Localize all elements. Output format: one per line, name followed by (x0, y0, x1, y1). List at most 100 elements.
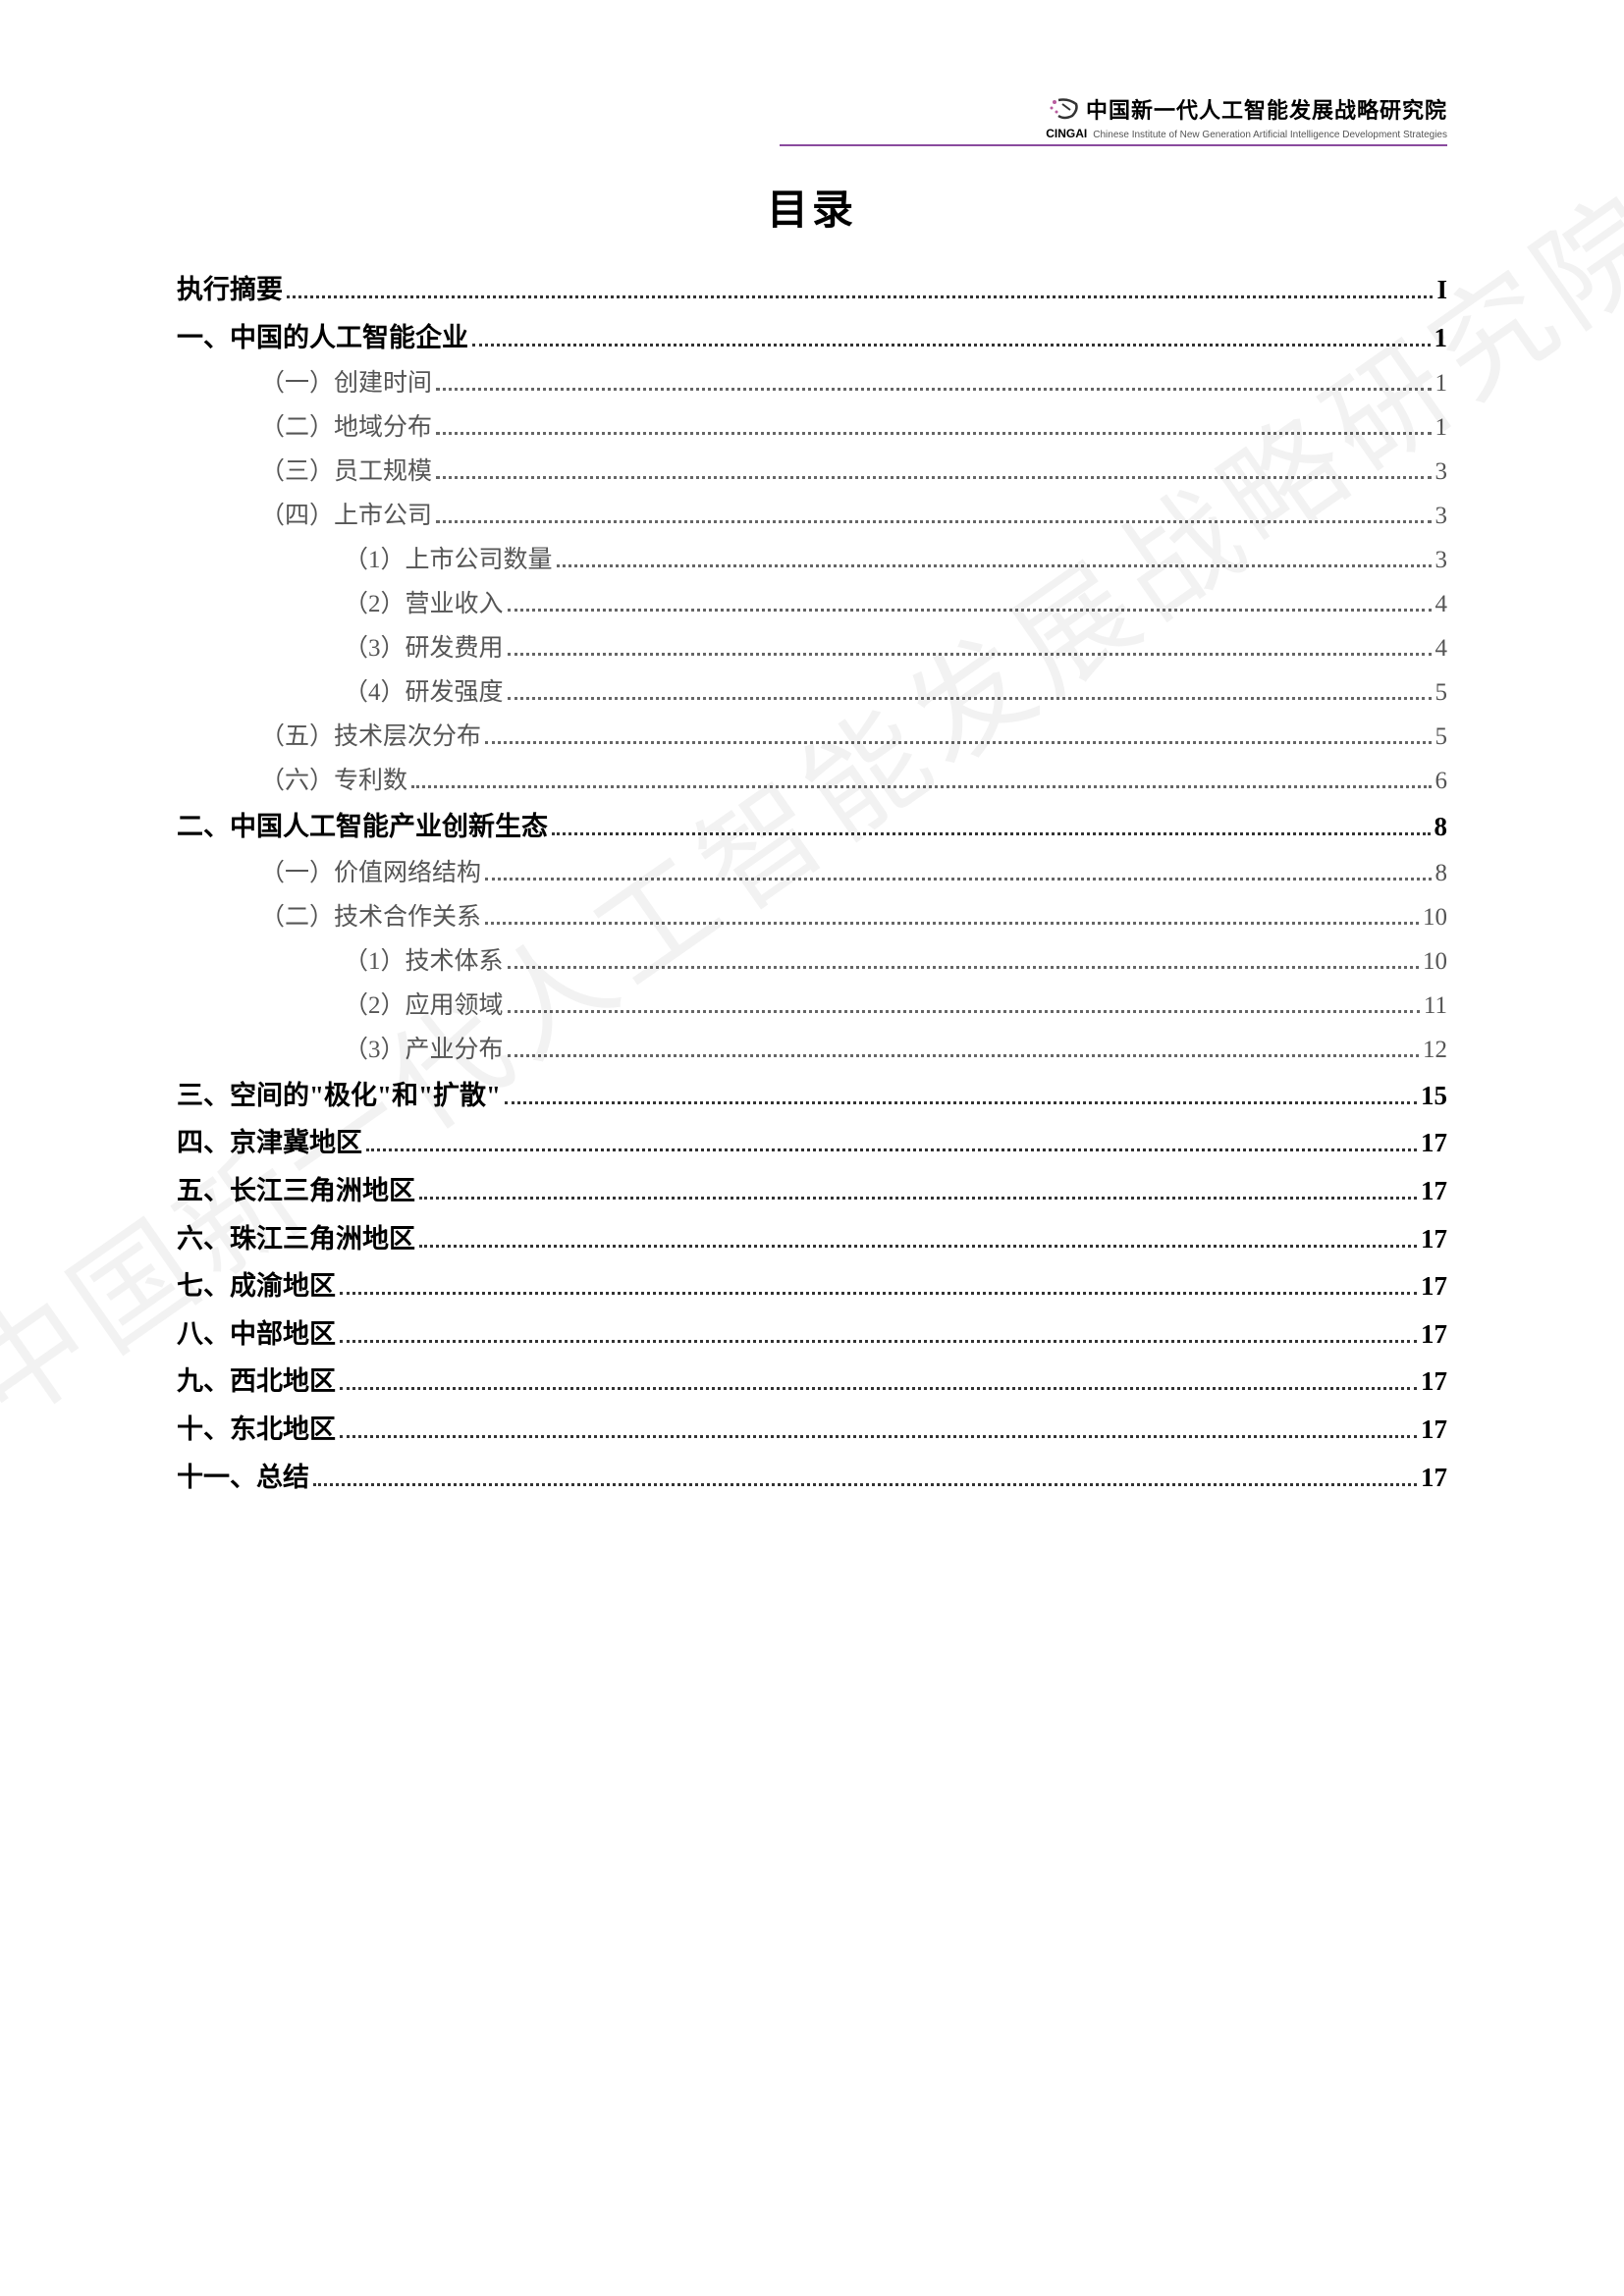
toc-entry-page: 1 (1435, 405, 1448, 450)
toc-leader-dots (508, 653, 1432, 656)
toc-leader-dots (557, 564, 1432, 567)
header-subtitle-row: CINGAI Chinese Institute of New Generati… (780, 127, 1447, 140)
toc-entry-page: 17 (1421, 1454, 1447, 1502)
toc-entry-label: 七、成渝地区 (177, 1262, 336, 1310)
toc-leader-dots (552, 832, 1431, 835)
toc-entry-page: 11 (1424, 984, 1447, 1028)
toc-entry: （二）技术合作关系10 (177, 895, 1447, 939)
toc-entry-label: 执行摘要 (177, 266, 283, 314)
toc-leader-dots (340, 1387, 1417, 1390)
toc-entry-label: （六）专利数 (260, 759, 407, 803)
toc-entry: 八、中部地区17 (177, 1310, 1447, 1359)
toc-entry-page: 17 (1421, 1167, 1447, 1215)
toc-entry-page: 12 (1423, 1028, 1447, 1072)
toc-entry-label: 一、中国的人工智能企业 (177, 314, 468, 362)
toc-entry-label: 十、东北地区 (177, 1406, 336, 1454)
header-abbr: CINGAI (1046, 127, 1087, 140)
toc-entry-label: （一）价值网络结构 (260, 851, 481, 895)
toc-entry-label: 八、中部地区 (177, 1310, 336, 1359)
toc-entry: 二、中国人工智能产业创新生态 8 (177, 803, 1447, 851)
toc-entry-label: （3）研发费用 (344, 626, 504, 670)
toc-entry-label: （四）上市公司 (260, 494, 432, 538)
toc-entry-label: 二、中国人工智能产业创新生态 (177, 803, 548, 851)
toc-leader-dots (508, 966, 1419, 969)
header-logo-row: 中国新一代人工智能发展战略研究院 (780, 93, 1447, 125)
toc-entry-label: （一）创建时间 (260, 361, 432, 405)
toc-entry-label: 四、京津冀地区 (177, 1119, 362, 1167)
toc-entry: 三、空间的"极化"和"扩散" 15 (177, 1072, 1447, 1120)
toc-leader-dots (436, 520, 1431, 523)
header-title-en: Chinese Institute of New Generation Arti… (1093, 130, 1447, 140)
toc-content: 目录 执行摘要I一、中国的人工智能企业1（一）创建时间1（二）地域分布1（三）员… (177, 177, 1447, 1501)
toc-entry-label: （2）营业收入 (344, 582, 504, 626)
toc-entry-page: 1 (1435, 314, 1448, 362)
toc-entry: （2）营业收入 4 (177, 582, 1447, 626)
toc-entry: 六、珠江三角洲地区 17 (177, 1215, 1447, 1263)
toc-leader-dots (436, 432, 1431, 435)
toc-entry: 十一、总结 17 (177, 1454, 1447, 1502)
toc-entry-label: （3）产业分布 (344, 1028, 504, 1072)
toc-entry-label: 五、长江三角洲地区 (177, 1167, 415, 1215)
toc-leader-dots (436, 476, 1431, 479)
document-page: 中国新一代人工智能发展战略研究院 CINGAI Chinese Institut… (0, 0, 1624, 1599)
toc-entry: （三）员工规模3 (177, 450, 1447, 494)
toc-entry-page: 15 (1421, 1072, 1447, 1120)
toc-entry: 十、东北地区 17 (177, 1406, 1447, 1454)
toc-leader-dots (313, 1483, 1417, 1486)
header-divider (780, 144, 1447, 146)
toc-entry-label: （1）上市公司数量 (344, 538, 553, 582)
toc-leader-dots (287, 295, 1433, 298)
toc-entry: 七、成渝地区17 (177, 1262, 1447, 1310)
toc-entry: （1）上市公司数量3 (177, 538, 1447, 582)
toc-entry: 一、中国的人工智能企业 1 (177, 314, 1447, 362)
toc-leader-dots (485, 878, 1431, 881)
toc-entry-page: 1 (1435, 361, 1448, 405)
toc-entry: （3）产业分布 12 (177, 1028, 1447, 1072)
toc-leader-dots (366, 1148, 1417, 1151)
toc-entry-page: 8 (1435, 851, 1448, 895)
toc-entry-page: 17 (1421, 1119, 1447, 1167)
toc-entry-label: 六、珠江三角洲地区 (177, 1215, 415, 1263)
toc-entry-page: 3 (1435, 494, 1448, 538)
toc-list: 执行摘要I一、中国的人工智能企业1（一）创建时间1（二）地域分布1（三）员工规模… (177, 266, 1447, 1501)
toc-leader-dots (508, 609, 1432, 612)
toc-entry-label: （4）研发强度 (344, 670, 504, 715)
toc-leader-dots (508, 1054, 1419, 1057)
toc-entry-page: 17 (1421, 1215, 1447, 1263)
toc-leader-dots (508, 697, 1432, 700)
toc-entry: （二）地域分布1 (177, 405, 1447, 450)
toc-leader-dots (505, 1101, 1417, 1104)
toc-leader-dots (472, 344, 1431, 347)
toc-entry-label: 三、空间的"极化"和"扩散" (177, 1072, 501, 1120)
toc-entry: 四、京津冀地区 17 (177, 1119, 1447, 1167)
toc-entry-page: 17 (1421, 1406, 1447, 1454)
toc-entry-page: 4 (1435, 626, 1448, 670)
toc-leader-dots (485, 922, 1419, 925)
header-title-cn: 中国新一代人工智能发展战略研究院 (1086, 93, 1447, 125)
toc-entry-label: （二）技术合作关系 (260, 895, 481, 939)
toc-entry: （五）技术层次分布 5 (177, 715, 1447, 759)
toc-leader-dots (419, 1245, 1417, 1248)
toc-entry-label: 九、西北地区 (177, 1358, 336, 1406)
toc-entry-page: 8 (1435, 803, 1448, 851)
toc-entry-label: （五）技术层次分布 (260, 715, 481, 759)
toc-entry-page: 5 (1435, 715, 1448, 759)
toc-entry-page: 4 (1435, 582, 1448, 626)
toc-entry: （2）应用领域 11 (177, 984, 1447, 1028)
toc-leader-dots (340, 1435, 1417, 1438)
toc-leader-dots (508, 1010, 1420, 1013)
toc-entry: （一）创建时间 1 (177, 361, 1447, 405)
toc-entry: （3）研发费用 4 (177, 626, 1447, 670)
toc-entry-label: 十一、总结 (177, 1454, 309, 1502)
toc-entry-page: 10 (1423, 939, 1447, 984)
toc-entry: （1）技术体系 10 (177, 939, 1447, 984)
toc-entry-page: 5 (1435, 670, 1448, 715)
toc-entry-page: 3 (1435, 450, 1448, 494)
toc-entry: （一）价值网络结构 8 (177, 851, 1447, 895)
toc-entry-label: （2）应用领域 (344, 984, 504, 1028)
toc-entry: 九、西北地区17 (177, 1358, 1447, 1406)
institute-logo-icon (1049, 96, 1080, 122)
toc-entry-label: （1）技术体系 (344, 939, 504, 984)
toc-leader-dots (485, 741, 1431, 744)
toc-leader-dots (340, 1292, 1417, 1295)
